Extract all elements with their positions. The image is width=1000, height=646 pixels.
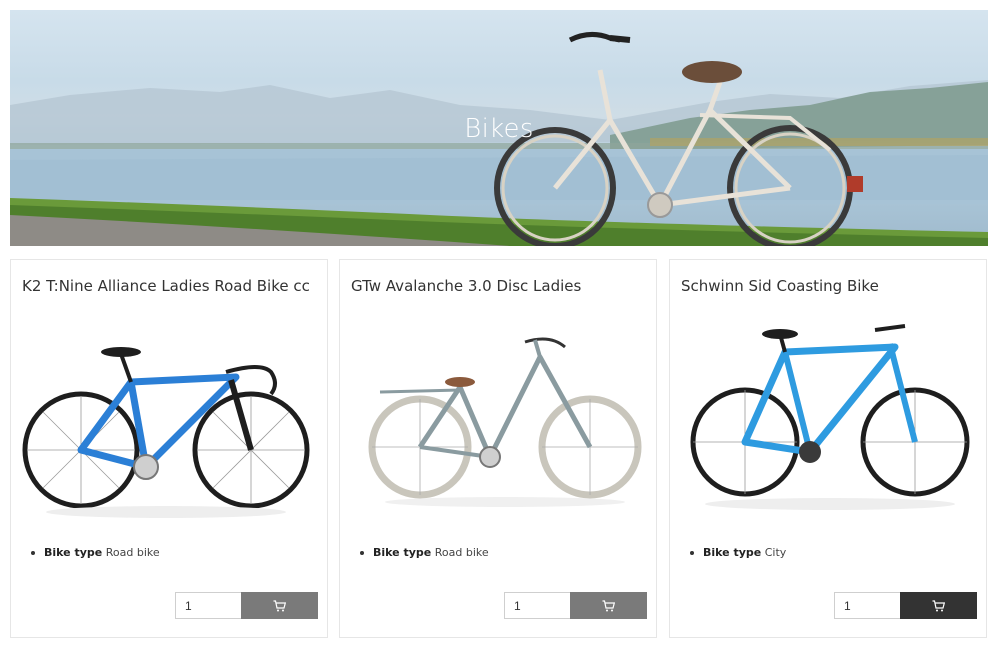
spec-value: Road bike [105,546,160,559]
spec-value: City [764,546,787,559]
product-title[interactable]: K2 T:Nine Alliance Ladies Road Bike cc [22,277,310,295]
spec-bike-type: Bike type Road bike [360,546,489,559]
product-image[interactable] [680,322,978,522]
spec-value: Road bike [434,546,489,559]
product-title[interactable]: Schwinn Sid Coasting Bike [681,277,879,295]
spec-label: Bike type [373,546,432,559]
spec-label: Bike type [44,546,103,559]
product-title[interactable]: GTw Avalanche 3.0 Disc Ladies [351,277,581,295]
product-card[interactable]: K2 T:Nine Alliance Ladies Road Bike cc B… [10,259,328,638]
product-image[interactable] [21,322,319,522]
category-hero-banner: Bikes [10,10,988,246]
bullet [360,551,364,555]
add-to-cart-button[interactable] [570,592,647,619]
spec-bike-type: Bike type Road bike [31,546,160,559]
quantity-input[interactable] [504,592,571,619]
product-card[interactable]: GTw Avalanche 3.0 Disc Ladies Bike type … [339,259,657,638]
product-image[interactable] [350,322,648,522]
cart-icon [273,599,286,611]
cart-icon [932,599,945,611]
quantity-input[interactable] [175,592,242,619]
cart-icon [602,599,615,611]
spec-label: Bike type [703,546,762,559]
add-to-cart-button[interactable] [900,592,977,619]
add-to-cart-button[interactable] [241,592,318,619]
bullet [690,551,694,555]
quantity-input[interactable] [834,592,901,619]
bullet [31,551,35,555]
product-card[interactable]: Schwinn Sid Coasting Bike Bike type City [669,259,987,638]
page-title: Bikes [464,114,534,144]
spec-bike-type: Bike type City [690,546,786,559]
